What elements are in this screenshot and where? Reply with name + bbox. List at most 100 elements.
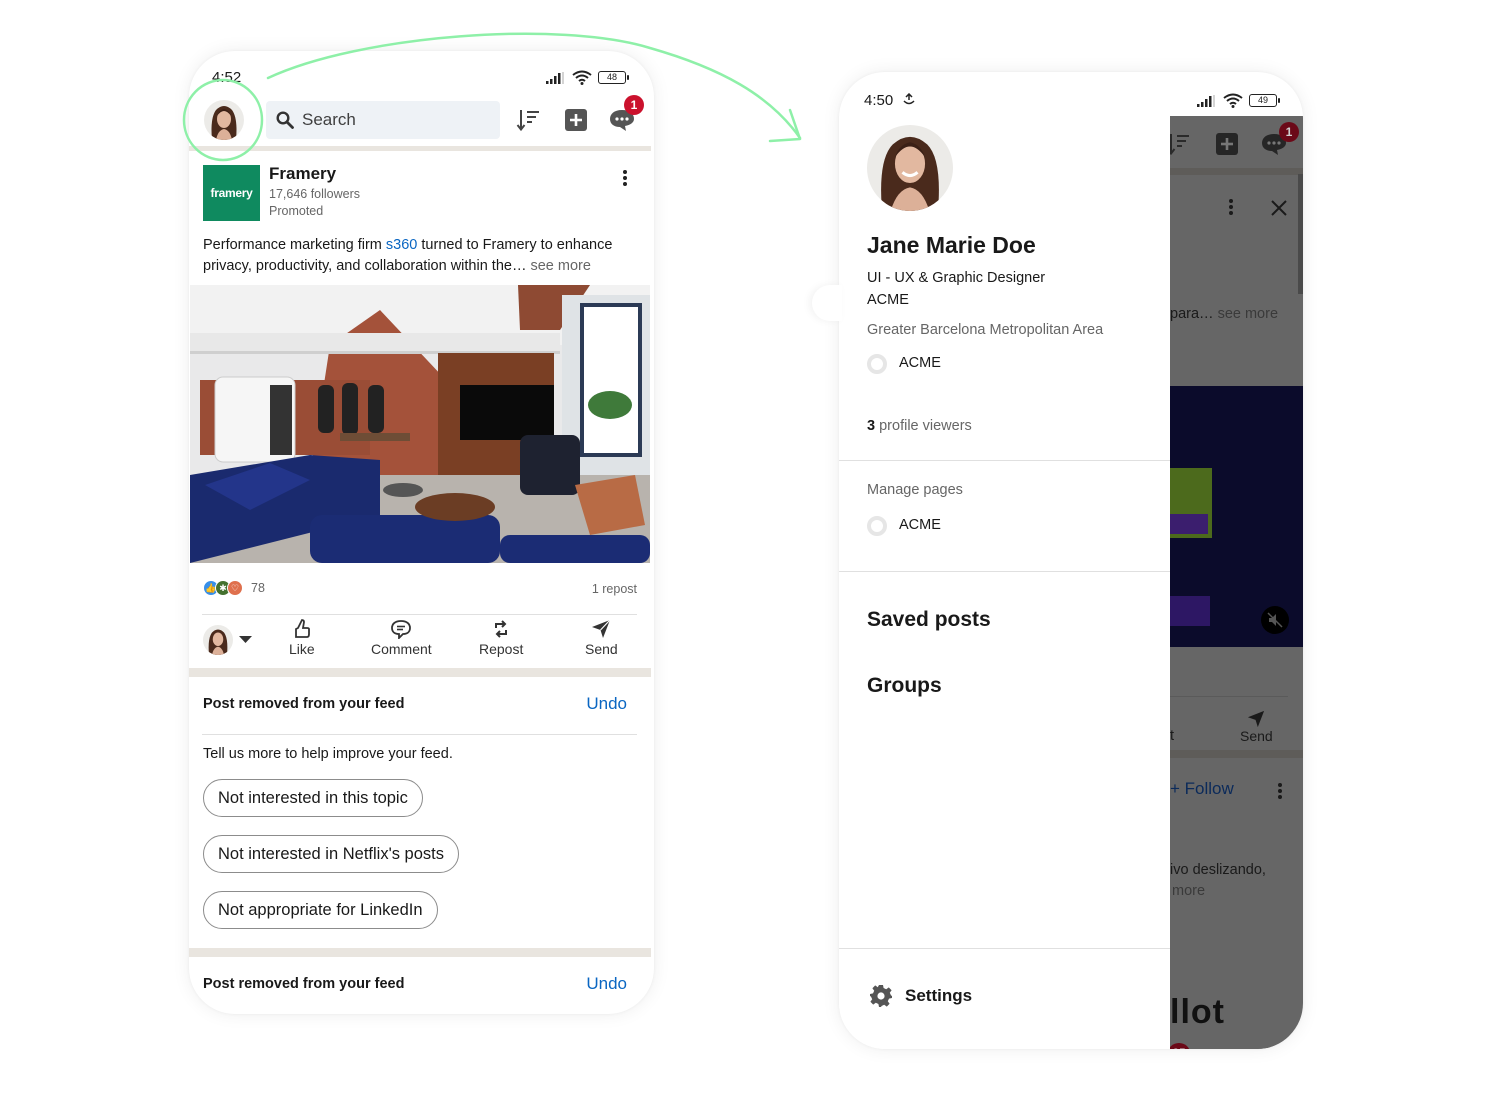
post-action-bar: Like Comment Repost Send xyxy=(189,619,654,667)
post-text: Performance marketing firm s360 turned t… xyxy=(203,235,643,276)
profile-avatar-button[interactable] xyxy=(204,100,244,140)
sort-icon xyxy=(516,110,539,132)
signal-icon xyxy=(1197,94,1215,107)
reaction-count: 78 xyxy=(251,581,265,595)
section-divider xyxy=(189,948,651,957)
see-more-link: more xyxy=(1172,883,1206,899)
office-interior-photo xyxy=(190,285,650,563)
status-time: 4:52 xyxy=(212,69,242,86)
caret-down-icon[interactable] xyxy=(239,636,252,644)
bottom-tab-bar xyxy=(1170,1036,1303,1049)
status-icons: 49 xyxy=(1197,93,1280,108)
video-screen-frame xyxy=(1170,596,1210,626)
profile-viewers-count: 3 xyxy=(867,418,876,434)
dimmed-feed-backdrop[interactable]: 1 para… see more t Send + Follow ivo des… xyxy=(1170,116,1303,1049)
post-image[interactable] xyxy=(190,285,650,563)
organization-logo-placeholder xyxy=(867,354,887,374)
feedback-option-topic[interactable]: Not interested in this topic xyxy=(203,779,423,817)
divider xyxy=(839,948,1170,949)
create-post-button[interactable] xyxy=(563,107,589,133)
search-placeholder: Search xyxy=(302,110,356,129)
comment-icon xyxy=(391,620,412,639)
sort-feed-button[interactable] xyxy=(515,107,541,133)
profile-headline: UI - UX & Graphic Designer xyxy=(867,270,1046,286)
phone-feed-screen: 4:52 48 Search 1 framery Framery 17,646 … xyxy=(189,51,654,1014)
comment-button[interactable]: Comment xyxy=(371,619,432,657)
follow-button[interactable]: + Follow xyxy=(1170,779,1234,799)
managed-page-link[interactable]: ACME xyxy=(899,517,941,533)
partial-action-label: t xyxy=(1170,728,1175,744)
plus-square-icon xyxy=(565,109,587,131)
post-removed-notice: Post removed from your feed Undo xyxy=(203,974,627,994)
undo-button[interactable]: Undo xyxy=(586,694,627,714)
like-button[interactable]: Like xyxy=(289,619,315,657)
profile-organization-link[interactable]: ACME xyxy=(899,355,941,371)
like-icon xyxy=(294,619,310,638)
snippet-text: para… xyxy=(1170,306,1218,322)
actor-avatar[interactable] xyxy=(203,625,233,655)
wifi-icon xyxy=(1223,93,1243,108)
send-button[interactable]: Send xyxy=(585,619,618,657)
status-bar: 4:50 49 xyxy=(839,72,1303,109)
feed-snippet: ivo deslizando, xyxy=(1170,862,1266,878)
status-time-value: 4:50 xyxy=(864,92,894,109)
post-removed-title: Post removed from your feed xyxy=(203,976,405,992)
profile-viewers-link[interactable]: 3 profile viewers xyxy=(867,418,972,434)
avatar-photo xyxy=(867,125,953,211)
signal-icon xyxy=(546,71,564,84)
settings-button[interactable]: Settings xyxy=(869,984,972,1008)
promoted-label: Promoted xyxy=(269,204,324,218)
company-logo[interactable]: framery xyxy=(203,165,260,221)
groups-link[interactable]: Groups xyxy=(867,674,942,698)
feedback-option-inappropriate[interactable]: Not appropriate for LinkedIn xyxy=(203,891,438,929)
see-more-link[interactable]: see more xyxy=(530,258,590,274)
divider xyxy=(839,571,1170,572)
send-icon xyxy=(1248,710,1265,728)
gear-icon xyxy=(870,985,892,1007)
feedback-prompt: Tell us more to help improve your feed. xyxy=(203,746,453,762)
video-screen-frame xyxy=(1170,514,1208,534)
divider xyxy=(839,460,1170,461)
side-handle xyxy=(812,285,842,321)
reactions-summary[interactable]: 👍 ✱ ♡ 78 xyxy=(203,580,265,596)
profile-name[interactable]: Jane Marie Doe xyxy=(867,232,1036,259)
divider xyxy=(202,734,637,735)
section-divider xyxy=(1170,168,1303,175)
send-button[interactable]: Send xyxy=(1240,710,1273,744)
send-icon xyxy=(592,619,611,638)
repost-button[interactable]: Repost xyxy=(479,619,523,657)
wifi-icon xyxy=(572,70,592,85)
video-post-thumbnail xyxy=(1170,386,1303,647)
divider xyxy=(1170,696,1288,697)
see-more-link: see more xyxy=(1217,306,1279,322)
section-divider xyxy=(1170,750,1303,758)
saved-posts-link[interactable]: Saved posts xyxy=(867,608,991,632)
repost-icon xyxy=(495,620,508,638)
scrollbar[interactable] xyxy=(1298,174,1303,294)
mention-link[interactable]: s360 xyxy=(386,237,417,253)
search-input[interactable]: Search xyxy=(266,101,500,139)
company-name[interactable]: Framery xyxy=(269,164,336,184)
company-followers: 17,646 followers xyxy=(269,187,361,201)
battery-indicator: 48 xyxy=(598,71,629,84)
repost-count[interactable]: 1 repost xyxy=(592,582,637,596)
feedback-option-author[interactable]: Not interested in Netflix's posts xyxy=(203,835,459,873)
post-options-button[interactable] xyxy=(622,169,628,191)
mute-button[interactable] xyxy=(1261,606,1289,634)
profile-photo[interactable] xyxy=(867,125,953,211)
feed-top-bar: Search 1 xyxy=(189,95,654,145)
like-label: Like xyxy=(289,641,315,657)
post-removed-notice: Post removed from your feed Undo xyxy=(203,694,627,714)
page-logo-placeholder xyxy=(867,516,887,536)
messaging-button[interactable]: 1 xyxy=(609,95,644,133)
download-status-icon xyxy=(903,92,915,105)
undo-button[interactable]: Undo xyxy=(586,974,627,994)
status-icons: 48 xyxy=(546,70,629,85)
divider xyxy=(202,614,637,615)
battery-indicator: 49 xyxy=(1249,94,1280,107)
section-divider xyxy=(189,668,651,677)
more-vertical-icon xyxy=(1229,199,1233,215)
send-label: Send xyxy=(585,641,618,657)
profile-location: Greater Barcelona Metropolitan Area xyxy=(867,322,1104,338)
messages-badge: 1 xyxy=(624,95,644,115)
